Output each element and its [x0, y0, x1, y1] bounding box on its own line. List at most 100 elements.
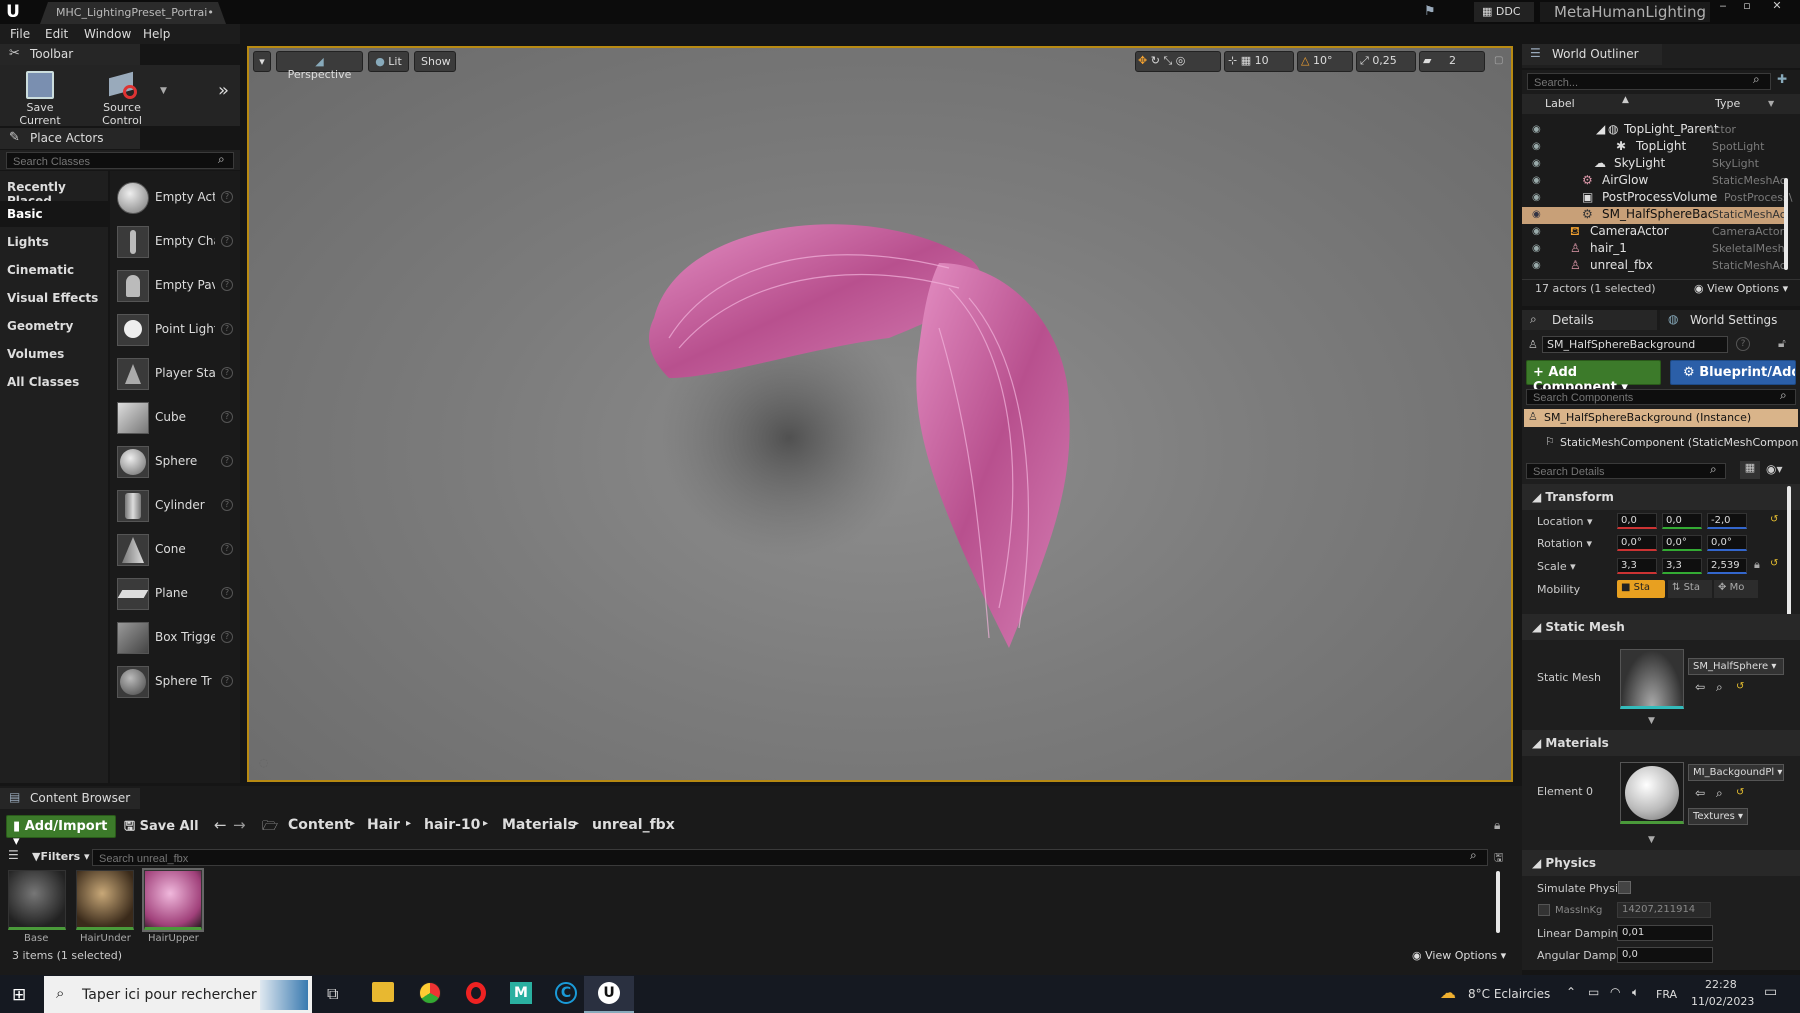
- minimize-button[interactable]: ‒: [1712, 0, 1734, 14]
- browse-icon[interactable]: ⌕: [1716, 786, 1723, 801]
- blueprint-add-script-button[interactable]: ⚙ Blueprint/Add: [1670, 360, 1796, 385]
- world-space-icon[interactable]: ◎: [1176, 54, 1186, 67]
- asset-thumbnail-base[interactable]: [8, 870, 66, 930]
- search-icon[interactable]: ⌕: [1753, 72, 1760, 87]
- add-import-button[interactable]: ▮ Add/Import ▾: [6, 815, 116, 849]
- lock-icon[interactable]: 🔒︎: [1494, 818, 1500, 833]
- eye-icon[interactable]: ◉: [1532, 260, 1541, 271]
- help-icon[interactable]: ?: [221, 499, 233, 511]
- viewport-options-button[interactable]: ▾: [253, 51, 271, 72]
- outliner-row-selected[interactable]: ◉ ⚙ SM_HalfSphereBackgStaticMeshAc: [1522, 207, 1786, 224]
- volume-icon[interactable]: 🔈︎: [1632, 985, 1639, 1000]
- content-scrollbar[interactable]: [1496, 871, 1500, 933]
- breadcrumb-separator-icon[interactable]: ▸: [350, 818, 355, 829]
- materials-section-header[interactable]: ◢ Materials: [1522, 730, 1800, 756]
- mass-field[interactable]: 14207,211914: [1617, 902, 1711, 918]
- category-lights[interactable]: Lights: [0, 229, 108, 255]
- breadcrumb-materials[interactable]: Materials: [502, 817, 576, 833]
- mass-override-checkbox[interactable]: [1538, 904, 1550, 916]
- rotation-y-field[interactable]: 0,0°: [1662, 535, 1702, 551]
- weather-text[interactable]: 8°C Eclaircies: [1468, 987, 1550, 1001]
- column-type-header[interactable]: Type: [1715, 97, 1740, 110]
- folder-icon[interactable]: 🗁︎: [262, 817, 278, 839]
- menu-help[interactable]: Help: [143, 27, 170, 41]
- actor-item-empty-actor[interactable]: Empty Act?: [117, 178, 237, 218]
- scale-label[interactable]: Scale ▾: [1537, 560, 1576, 573]
- breadcrumb-separator-icon[interactable]: ▸: [406, 818, 411, 829]
- ddc-button[interactable]: ▦ DDC: [1474, 2, 1534, 22]
- category-all-classes[interactable]: All Classes: [0, 369, 108, 395]
- grid-snap-button[interactable]: ⊹ ▦ 10: [1224, 51, 1294, 72]
- maximize-viewport-icon[interactable]: ▢: [1494, 55, 1503, 66]
- outliner-scrollbar[interactable]: [1784, 178, 1788, 270]
- material-thumbnail[interactable]: [1620, 762, 1684, 824]
- rotate-tool-icon[interactable]: ↻: [1151, 54, 1160, 67]
- file-explorer-icon[interactable]: [372, 982, 394, 1002]
- actor-item-plane[interactable]: Plane?: [117, 574, 237, 614]
- use-selected-icon[interactable]: ⇦: [1695, 680, 1705, 694]
- chevron-up-icon[interactable]: ⌃: [1566, 985, 1576, 999]
- save-current-button[interactable]: Save Current: [6, 69, 74, 127]
- details-tab[interactable]: Details: [1522, 310, 1657, 331]
- source-control-dropdown-icon[interactable]: ▼: [160, 86, 167, 96]
- sources-panel-toggle-icon[interactable]: ☰: [8, 848, 19, 862]
- source-control-button[interactable]: Source Control: [82, 69, 162, 127]
- outliner-row[interactable]: ◉ ♙ hair_1 SkeletalMesh: [1522, 241, 1785, 258]
- save-all-button[interactable]: 🖫︎ Save All: [124, 817, 199, 839]
- physics-section-header[interactable]: ◢ Physics: [1522, 850, 1800, 876]
- search-details-input[interactable]: [1526, 463, 1726, 479]
- content-view-options-button[interactable]: ◉ View Options ▾: [1412, 949, 1506, 962]
- add-component-button[interactable]: + Add Component ▾: [1526, 360, 1661, 395]
- help-icon[interactable]: ?: [221, 587, 233, 599]
- toolbar-tab[interactable]: Toolbar: [0, 44, 140, 65]
- help-icon[interactable]: ?: [221, 543, 233, 555]
- scale-snap-button[interactable]: ⤢ 0,25: [1356, 51, 1416, 72]
- move-tool-icon[interactable]: ✥: [1138, 54, 1147, 67]
- device-icon[interactable]: ▭: [1588, 985, 1599, 999]
- eye-icon[interactable]: ◉: [1532, 192, 1541, 203]
- breadcrumb-hair[interactable]: Hair: [367, 817, 400, 833]
- static-mesh-thumbnail[interactable]: [1620, 649, 1684, 709]
- component-instance-row[interactable]: SM_HalfSphereBackground (Instance): [1524, 409, 1798, 427]
- rotation-x-field[interactable]: 0,0°: [1617, 535, 1657, 551]
- expand-advanced-icon[interactable]: ▼: [1648, 835, 1655, 845]
- windows-start-icon[interactable]: ⊞: [12, 985, 26, 1005]
- eye-icon[interactable]: ◉: [1532, 209, 1541, 220]
- simulate-physics-checkbox[interactable]: [1618, 881, 1631, 894]
- search-components-input[interactable]: [1526, 389, 1796, 405]
- actor-item-box-trigger[interactable]: Box Trigge?: [117, 618, 237, 658]
- static-mesh-component-row[interactable]: StaticMeshComponent (StaticMeshComponent: [1524, 434, 1798, 452]
- menu-file[interactable]: File: [10, 27, 30, 41]
- angular-damping-field[interactable]: 0,0: [1617, 947, 1713, 963]
- expand-toolbar-icon[interactable]: »: [218, 80, 229, 101]
- outliner-row[interactable]: ◉ ⚙ AirGlow StaticMeshAc: [1522, 173, 1786, 190]
- lit-button[interactable]: ● Lit: [368, 51, 409, 72]
- eye-icon[interactable]: ◉: [1532, 124, 1541, 135]
- lock-icon[interactable]: 🔓︎: [1778, 336, 1786, 351]
- lock-scale-icon[interactable]: 🔒︎: [1754, 558, 1760, 572]
- outliner-row[interactable]: ◉ ▣ PostProcessVolume PostProcess\: [1522, 190, 1792, 207]
- unreal-logo-icon[interactable]: U: [2, 2, 24, 22]
- language-indicator[interactable]: FRA: [1656, 988, 1677, 1001]
- browse-icon[interactable]: ⌕: [1716, 680, 1723, 695]
- scale-y-field[interactable]: 3,3: [1662, 558, 1702, 574]
- search-classes-input[interactable]: [6, 152, 234, 169]
- network-icon[interactable]: ◠: [1610, 985, 1620, 999]
- help-icon[interactable]: ?: [221, 191, 233, 203]
- transform-section-header[interactable]: ◢ Transform: [1522, 484, 1800, 510]
- filters-button[interactable]: ▼Filters ▾: [32, 850, 90, 863]
- help-icon[interactable]: ?: [221, 279, 233, 291]
- breadcrumb-separator-icon[interactable]: ▸: [483, 818, 488, 829]
- outliner-view-options-button[interactable]: ◉ View Options ▾: [1694, 282, 1788, 295]
- reset-icon[interactable]: ↺: [1770, 558, 1778, 569]
- property-matrix-icon[interactable]: ▦: [1740, 461, 1760, 479]
- back-arrow-icon[interactable]: ←: [214, 816, 227, 834]
- outliner-row[interactable]: ◉ ◢ ◍ TopLight_Parent Actor: [1522, 122, 1784, 139]
- linear-damping-field[interactable]: 0,01: [1617, 925, 1713, 941]
- world-settings-tab[interactable]: World Settings: [1660, 310, 1800, 331]
- help-icon[interactable]: ?: [1736, 337, 1750, 351]
- search-icon[interactable]: ⌕: [1470, 848, 1477, 863]
- static-mesh-section-header[interactable]: ◢ Static Mesh: [1522, 614, 1800, 640]
- help-icon[interactable]: ?: [221, 631, 233, 643]
- mobility-movable-button[interactable]: ✥ Mo: [1714, 580, 1758, 598]
